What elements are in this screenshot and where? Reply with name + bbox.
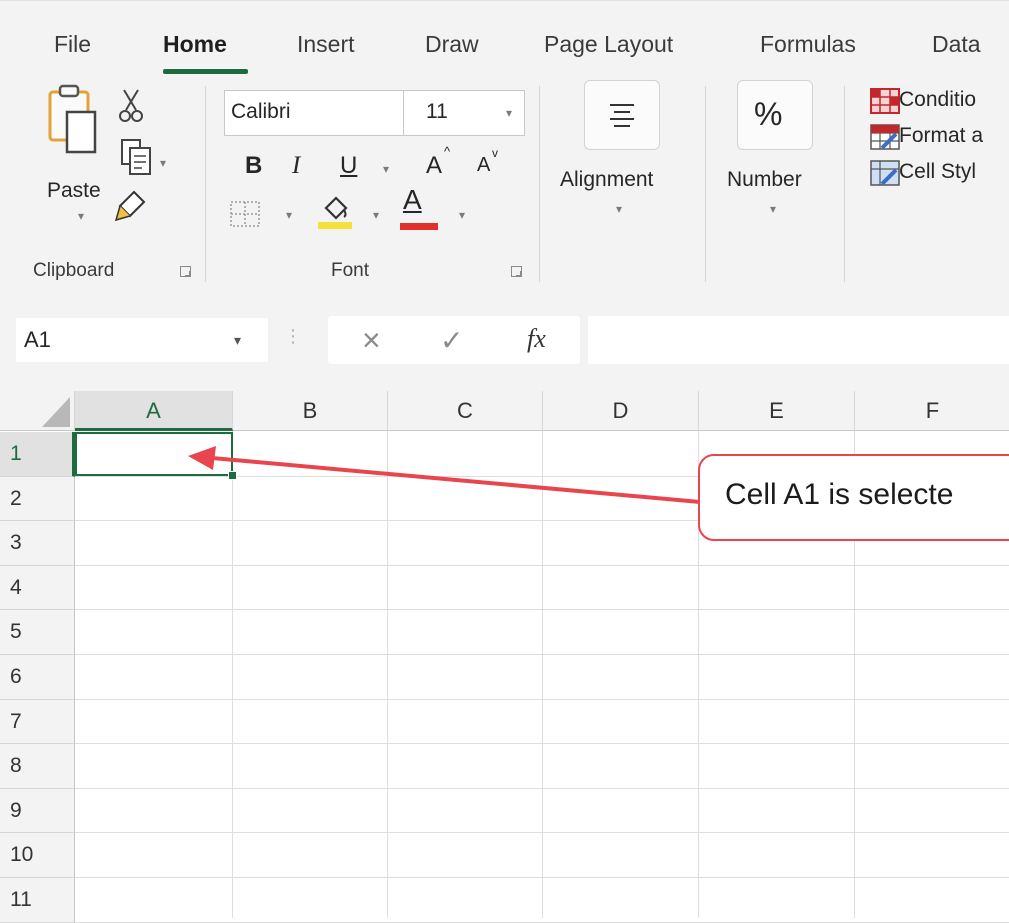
callout-text: Cell A1 is selecte [725, 478, 954, 511]
callout-box: Cell A1 is selecte [698, 454, 1009, 541]
row-gridline [75, 921, 1009, 923]
